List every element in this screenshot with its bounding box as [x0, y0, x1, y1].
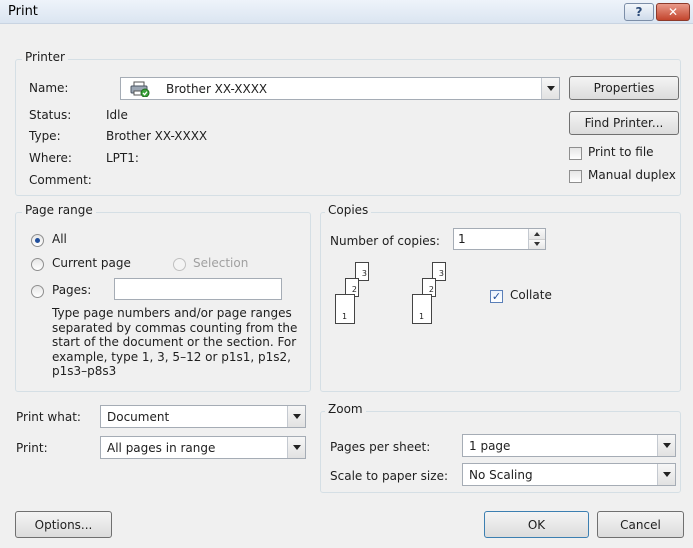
copies-group-label: Copies — [325, 203, 372, 217]
current-page-label: Current page — [52, 256, 131, 270]
help-button[interactable]: ? — [624, 3, 654, 21]
type-label: Type: — [29, 129, 61, 143]
number-of-copies-value: 1 — [458, 232, 466, 246]
title-bar — [0, 0, 693, 24]
chevron-down-icon[interactable] — [657, 464, 675, 485]
where-value: LPT1: — [106, 151, 139, 165]
print-select[interactable]: All pages in range — [100, 436, 306, 459]
zoom-group-label: Zoom — [325, 402, 366, 416]
printer-group-label: Printer — [22, 50, 68, 64]
printer-name-value: Brother XX-XXXX — [166, 81, 268, 96]
ok-button[interactable]: OK — [484, 511, 589, 538]
spinner-arrows[interactable] — [528, 229, 545, 249]
print-to-file-label: Print to file — [588, 145, 654, 159]
scale-to-paper-select[interactable]: No Scaling — [462, 463, 676, 486]
type-value: Brother XX-XXXX — [106, 129, 208, 143]
spin-up-icon[interactable] — [529, 229, 545, 240]
spin-down-icon[interactable] — [529, 239, 545, 249]
find-printer-button[interactable]: Find Printer... — [569, 111, 679, 135]
help-icon: ? — [635, 5, 643, 19]
pages-label: Pages: — [52, 283, 92, 297]
number-of-copies-label: Number of copies: — [330, 234, 440, 248]
options-button[interactable]: Options... — [15, 511, 112, 538]
stack1-page-1: 1 — [335, 294, 355, 324]
current-page-radio[interactable] — [31, 258, 44, 271]
cancel-button[interactable]: Cancel — [597, 511, 684, 538]
manual-duplex-label: Manual duplex — [588, 168, 676, 182]
window-title: Print — [8, 4, 38, 19]
printer-icon — [130, 81, 150, 97]
print-label: Print: — [16, 441, 48, 455]
pages-per-sheet-label: Pages per sheet: — [330, 440, 431, 454]
comment-label: Comment: — [29, 173, 92, 187]
print-value: All pages in range — [107, 440, 216, 455]
pages-per-sheet-value: 1 page — [469, 438, 511, 453]
properties-button[interactable]: Properties — [569, 76, 679, 100]
all-radio[interactable] — [31, 234, 44, 247]
status-value: Idle — [106, 108, 128, 122]
print-what-label: Print what: — [16, 410, 81, 424]
print-what-value: Document — [107, 409, 170, 424]
pages-per-sheet-select[interactable]: 1 page — [462, 434, 676, 457]
printer-name-label: Name: — [29, 81, 69, 95]
pages-input[interactable] — [114, 278, 282, 300]
chevron-down-icon[interactable] — [287, 406, 305, 427]
chevron-down-icon[interactable] — [287, 437, 305, 458]
status-label: Status: — [29, 108, 72, 122]
page-range-group-label: Page range — [22, 203, 96, 217]
print-to-file-checkbox[interactable] — [569, 147, 582, 160]
chevron-down-icon[interactable] — [541, 78, 559, 99]
close-button[interactable]: ✕ — [656, 3, 690, 21]
collate-label: Collate — [510, 288, 552, 302]
print-what-select[interactable]: Document — [100, 405, 306, 428]
where-label: Where: — [29, 151, 72, 165]
page-range-help-text: Type page numbers and/or page ranges sep… — [52, 306, 298, 378]
number-of-copies-spinner[interactable]: 1 — [453, 228, 546, 250]
selection-label: Selection — [193, 256, 249, 270]
checkmark-icon: ✓ — [491, 290, 502, 303]
close-icon: ✕ — [667, 5, 679, 19]
scale-to-paper-label: Scale to paper size: — [330, 469, 448, 483]
collate-checkbox[interactable]: ✓ — [490, 290, 503, 303]
manual-duplex-checkbox[interactable] — [569, 170, 582, 183]
stack2-page-1: 1 — [412, 294, 432, 324]
chevron-down-icon[interactable] — [657, 435, 675, 456]
selection-radio[interactable] — [173, 258, 186, 271]
scale-to-paper-value: No Scaling — [469, 467, 533, 482]
pages-radio[interactable] — [31, 285, 44, 298]
printer-name-select[interactable]: Brother XX-XXXX — [120, 77, 560, 100]
all-label: All — [52, 232, 67, 246]
